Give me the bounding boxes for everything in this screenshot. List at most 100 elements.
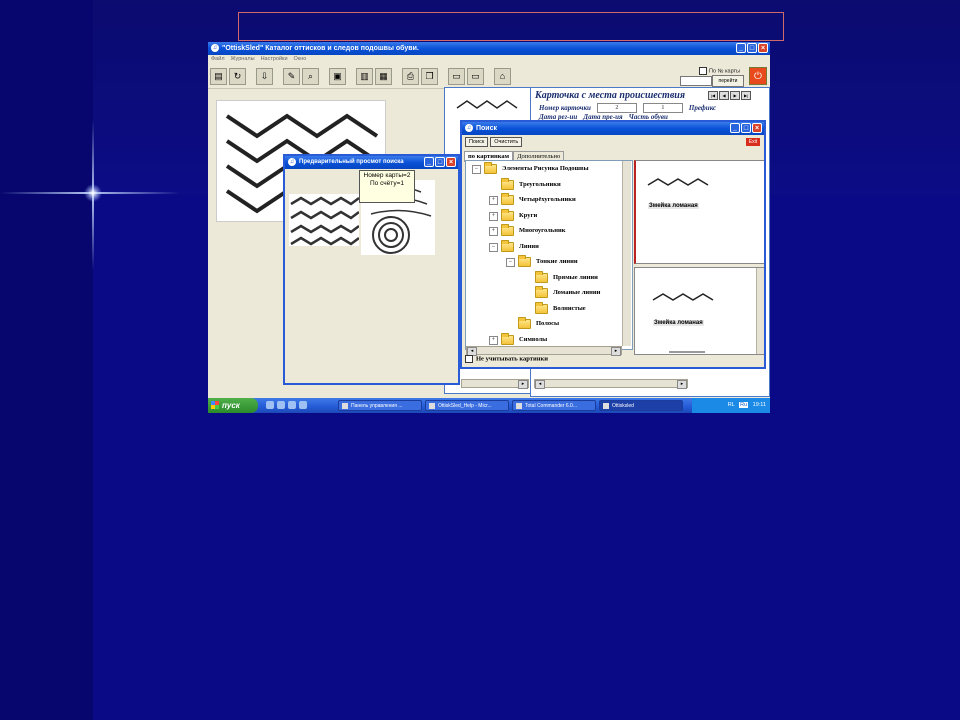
menu-settings[interactable]: Настройки bbox=[261, 55, 288, 64]
preview-title-bar[interactable]: ♫ Предварительный просмот поиска _ □ × bbox=[285, 156, 458, 169]
slide-title-box bbox=[238, 12, 784, 41]
card-list-icon[interactable]: ▭ bbox=[467, 67, 484, 85]
expand-icon[interactable]: + bbox=[489, 227, 498, 236]
keyboard-indicator[interactable]: Ru bbox=[739, 402, 749, 408]
preview-minimize-button[interactable]: _ bbox=[424, 157, 434, 167]
ignore-pictures-label: Не учитывать картинки bbox=[476, 355, 548, 363]
table-icon[interactable]: ▦ bbox=[375, 67, 392, 85]
taskbar: пуск Панель управления ... OttiskSled_He… bbox=[208, 398, 770, 413]
clear-button[interactable]: Очистить bbox=[490, 137, 523, 147]
tree-item[interactable]: Волнистые bbox=[466, 301, 632, 317]
search-title-bar[interactable]: ♫ Поиск _ □ × bbox=[462, 122, 764, 135]
tree-item[interactable]: Прямые линии bbox=[466, 270, 632, 286]
tree-item-label: Волнистые bbox=[553, 304, 586, 312]
power-icon[interactable]: ⏻ bbox=[749, 67, 767, 85]
search-preview-window: ♫ Предварительный просмот поиска _ □ × Н… bbox=[283, 154, 460, 385]
tree-item[interactable]: Ломаные линии bbox=[466, 285, 632, 301]
preview-close-button[interactable]: × bbox=[446, 157, 456, 167]
card-number-label: Номер карточки bbox=[539, 103, 591, 112]
tree-vscroll[interactable] bbox=[622, 161, 631, 346]
tree-item[interactable]: + Четырёхугольники bbox=[466, 192, 632, 208]
quicklaunch-icon-4[interactable] bbox=[299, 401, 307, 409]
preview-maximize-button[interactable]: □ bbox=[435, 157, 445, 167]
pattern-tree: − Элементы Рисунка Подошвы Треугольники + Че… bbox=[465, 160, 633, 350]
start-button[interactable]: пуск bbox=[208, 398, 258, 413]
pattern-top-label: Змейка ломаная bbox=[648, 203, 699, 209]
exit-button[interactable]: Exit bbox=[746, 138, 760, 146]
lang-indicator[interactable]: RL bbox=[728, 402, 735, 408]
menu-journals[interactable]: Журналы bbox=[231, 55, 255, 64]
task-label: Панель управления ... bbox=[351, 403, 403, 409]
refresh-icon[interactable]: ↻ bbox=[229, 67, 246, 85]
card-number-spinner[interactable]: 2 bbox=[596, 102, 637, 113]
last-record-button[interactable]: ▶| bbox=[741, 91, 751, 100]
prefix-label: Префикс bbox=[688, 103, 717, 112]
search-maximize-button[interactable]: □ bbox=[741, 123, 751, 133]
tree-item[interactable]: + Круги bbox=[466, 208, 632, 224]
expand-icon[interactable]: + bbox=[489, 196, 498, 205]
zoom-icon[interactable]: ⌕ bbox=[302, 67, 319, 85]
tree-item[interactable]: − Элементы Рисунка Подошвы bbox=[466, 161, 632, 177]
print-icon[interactable]: ▤ bbox=[210, 67, 227, 85]
tree-item[interactable]: + Многоугольник bbox=[466, 223, 632, 239]
collapse-icon[interactable]: − bbox=[506, 258, 515, 267]
tree-item[interactable]: − Линии bbox=[466, 239, 632, 255]
prev-record-button[interactable]: ◀ bbox=[719, 91, 729, 100]
folder-icon bbox=[501, 177, 514, 190]
quicklaunch-icon-1[interactable] bbox=[266, 401, 274, 409]
collapse-icon[interactable]: − bbox=[489, 242, 498, 252]
copy-icon[interactable]: ❐ bbox=[421, 67, 438, 85]
scanner-icon[interactable]: ⎙ bbox=[402, 67, 419, 85]
network-icon[interactable]: ⌂ bbox=[494, 67, 511, 85]
task-icon bbox=[342, 403, 348, 409]
task-control-panel[interactable]: Панель управления ... bbox=[338, 400, 422, 411]
pattern-pane-top[interactable]: Змейка ломаная bbox=[634, 160, 764, 264]
task-help[interactable]: OttiskSled_Help - Micr... bbox=[425, 400, 509, 411]
minimize-button[interactable]: _ bbox=[736, 43, 746, 53]
expand-icon[interactable]: + bbox=[489, 211, 498, 221]
first-record-button[interactable]: |◀ bbox=[708, 91, 718, 100]
tree-item[interactable]: + Символы bbox=[466, 332, 632, 348]
search-close-button[interactable]: × bbox=[752, 123, 762, 133]
import-icon[interactable]: ⇩ bbox=[256, 67, 273, 85]
search-button[interactable]: Поиск bbox=[465, 137, 489, 147]
card-view-icon[interactable]: ▭ bbox=[448, 67, 465, 85]
folder-icon bbox=[501, 193, 514, 205]
next-record-button[interactable]: ▶ bbox=[730, 91, 740, 100]
edit-icon[interactable]: ✎ bbox=[283, 67, 300, 85]
search-minimize-button[interactable]: _ bbox=[730, 123, 740, 133]
task-total-commander[interactable]: Total Commander 6.0... bbox=[512, 400, 596, 411]
quicklaunch-icon-2[interactable] bbox=[277, 401, 285, 409]
main-window-title: "OttiskSled" Каталог оттисков и следов п… bbox=[222, 45, 419, 52]
card-number-checkbox[interactable]: По № карты bbox=[699, 67, 740, 75]
task-ottisksled[interactable]: Ottisksled bbox=[599, 400, 683, 411]
database-icon[interactable]: ▥ bbox=[356, 67, 373, 85]
tree-item[interactable]: Полосы bbox=[466, 316, 632, 332]
lens-flare-center bbox=[84, 184, 102, 202]
ignore-pictures-checkbox[interactable]: Не учитывать картинки bbox=[465, 355, 548, 363]
quicklaunch-icon-3[interactable] bbox=[288, 401, 296, 409]
menu-window[interactable]: Окно bbox=[294, 55, 307, 64]
pattern-pane-bottom[interactable]: Змейка ломаная bbox=[634, 267, 764, 355]
goto-button[interactable]: перейти bbox=[712, 75, 744, 87]
card-navigator: |◀ ◀ ▶ ▶| bbox=[708, 91, 751, 100]
card-number-input[interactable] bbox=[680, 76, 712, 86]
expand-icon[interactable]: + bbox=[489, 335, 498, 345]
tree-item[interactable]: Треугольники bbox=[466, 177, 632, 193]
strip-hscroll[interactable]: ▸ bbox=[461, 379, 529, 389]
search-button-bar: Поиск Очистить Exit bbox=[462, 135, 764, 149]
maximize-button[interactable]: □ bbox=[747, 43, 757, 53]
pattern-vscroll[interactable] bbox=[756, 268, 764, 354]
collapse-icon[interactable]: − bbox=[472, 165, 481, 174]
tree-item-label: Ломаные линии bbox=[553, 289, 601, 297]
tree-hscroll[interactable]: ◂ ▸ bbox=[466, 346, 622, 356]
card-hscroll[interactable]: ◂ ▸ bbox=[534, 379, 688, 389]
image-icon[interactable]: ▣ bbox=[329, 67, 346, 85]
main-title-bar[interactable]: ♫ "OttiskSled" Каталог оттисков и следов… bbox=[208, 42, 770, 55]
menu-file[interactable]: Файл bbox=[211, 55, 225, 64]
tree-item[interactable]: − Тонкие линии bbox=[466, 254, 632, 270]
card-count-spinner[interactable]: 1 bbox=[642, 102, 683, 113]
preview-thumbnail-lines[interactable] bbox=[289, 194, 359, 246]
task-label: Ottisksled bbox=[612, 403, 634, 409]
close-button[interactable]: × bbox=[758, 43, 768, 53]
